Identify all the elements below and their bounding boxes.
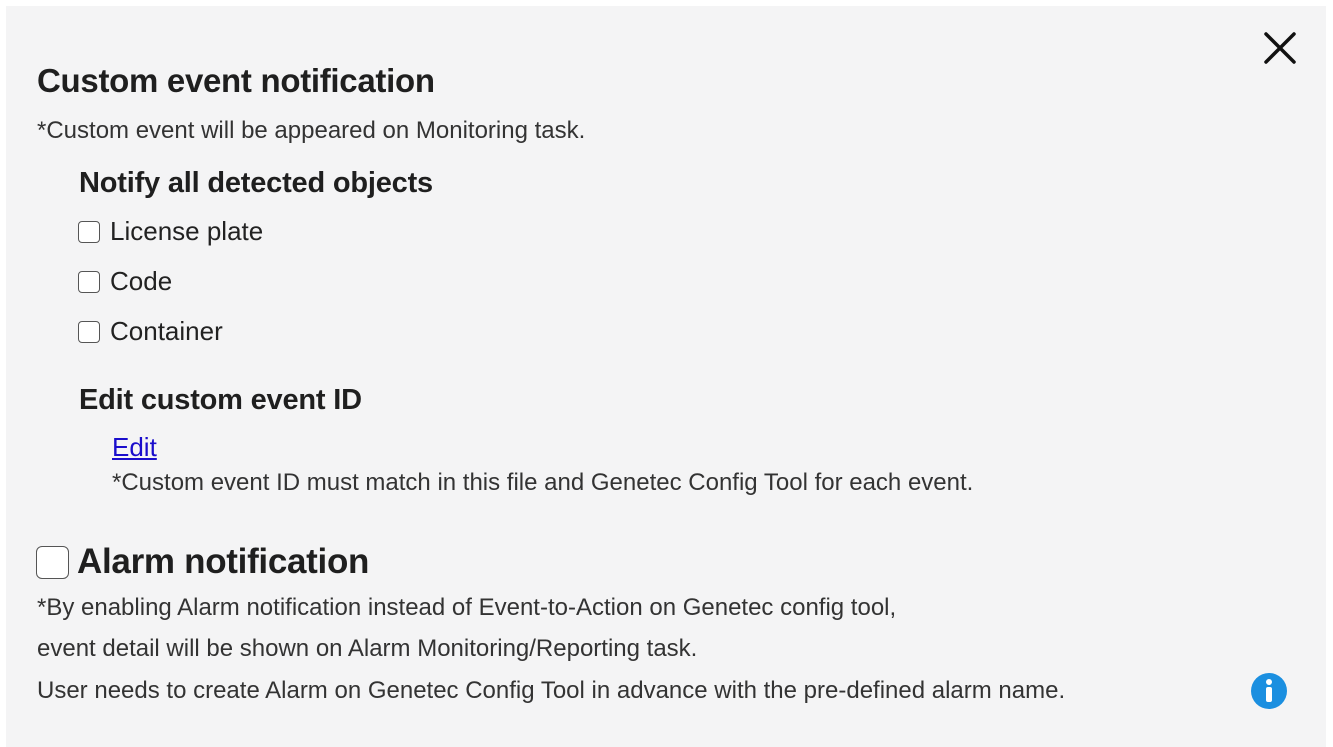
close-icon[interactable] [1262, 30, 1298, 66]
edit-link[interactable]: Edit [112, 432, 157, 463]
alarm-note-3: User needs to create Alarm on Genetec Co… [37, 677, 1066, 704]
container-option[interactable]: Container [78, 316, 223, 347]
code-option[interactable]: Code [78, 266, 172, 297]
edit-id-heading: Edit custom event ID [79, 384, 362, 416]
container-label: Container [110, 316, 223, 346]
code-label: Code [110, 266, 173, 296]
alarm-note-2: event detail will be shown on Alarm Moni… [37, 635, 698, 662]
alarm-note-1: *By enabling Alarm notification instead … [37, 594, 897, 621]
monitoring-note: *Custom event will be appeared on Monito… [37, 117, 586, 144]
notify-heading: Notify all detected objects [79, 167, 433, 199]
alarm-notification-label: Alarm notification [77, 542, 370, 581]
info-icon[interactable] [1250, 672, 1288, 710]
alarm-notification-checkbox[interactable] [36, 545, 69, 579]
code-checkbox[interactable] [78, 270, 100, 293]
dialog-title: Custom event notification [37, 62, 435, 99]
alarm-notification-option[interactable]: Alarm notification [36, 542, 369, 582]
edit-id-note: *Custom event ID must match in this file… [112, 469, 974, 496]
license-plate-option[interactable]: License plate [78, 216, 263, 247]
license-plate-label: License plate [110, 216, 264, 246]
license-plate-checkbox[interactable] [78, 220, 100, 243]
container-checkbox[interactable] [78, 320, 100, 343]
